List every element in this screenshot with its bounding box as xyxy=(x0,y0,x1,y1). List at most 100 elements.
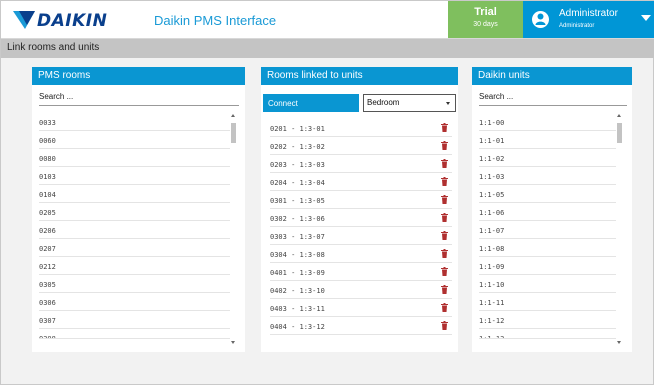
daikin-triangle-icon xyxy=(13,11,35,29)
trash-icon[interactable] xyxy=(441,195,448,204)
app-title: Daikin PMS Interface xyxy=(154,13,277,28)
table-row: 0404 - 1:3-12 xyxy=(270,317,452,335)
link-label: 0301 - 1:3-05 xyxy=(270,197,325,205)
trash-icon[interactable] xyxy=(441,213,448,222)
linked-rooms-panel: Rooms linked to units Connect Bedroom 02… xyxy=(261,67,458,352)
table-row: 0202 - 1:3-02 xyxy=(270,137,452,155)
table-row: 0203 - 1:3-03 xyxy=(270,155,452,173)
scroll-up-icon[interactable] xyxy=(617,114,621,117)
connect-button[interactable]: Connect xyxy=(263,94,359,112)
list-item[interactable]: 1:1-01 xyxy=(479,131,616,149)
list-item[interactable]: 0033 xyxy=(39,113,230,131)
scroll-down-icon[interactable] xyxy=(617,341,621,344)
link-label: 0203 - 1:3-03 xyxy=(270,161,325,169)
pms-rooms-scrollbar[interactable] xyxy=(230,113,237,345)
linked-rooms-title: Rooms linked to units xyxy=(261,67,458,85)
link-label: 0402 - 1:3-10 xyxy=(270,287,325,295)
room-type-value: Bedroom xyxy=(367,98,400,107)
pms-rooms-panel: PMS rooms Search ... 0033 0060 0080 0103… xyxy=(32,67,245,352)
list-item[interactable]: 0212 xyxy=(39,257,230,275)
app-header: DAIKIN Daikin PMS Interface Trial 30 day… xyxy=(1,1,654,39)
table-row: 0304 - 1:3-08 xyxy=(270,245,452,263)
list-item[interactable]: 0206 xyxy=(39,221,230,239)
pms-rooms-title: PMS rooms xyxy=(32,67,245,85)
list-item[interactable]: 0060 xyxy=(39,131,230,149)
user-name: Administrator xyxy=(559,8,618,19)
list-item[interactable]: 1:1-07 xyxy=(479,221,616,239)
trash-icon[interactable] xyxy=(441,159,448,168)
chevron-down-icon[interactable] xyxy=(641,15,651,21)
page-title-bar: Link rooms and units xyxy=(1,39,654,58)
table-row: 0403 - 1:3-11 xyxy=(270,299,452,317)
list-item[interactable]: 1:1-09 xyxy=(479,257,616,275)
room-type-select[interactable]: Bedroom xyxy=(363,94,456,112)
link-label: 0302 - 1:3-06 xyxy=(270,215,325,223)
linked-rooms-list: 0201 - 1:3-01 0202 - 1:3-02 0203 - 1:3-0… xyxy=(270,119,452,335)
link-label: 0403 - 1:3-11 xyxy=(270,305,325,313)
daikin-units-search-input[interactable]: Search ... xyxy=(479,92,627,106)
trash-icon[interactable] xyxy=(441,285,448,294)
user-menu[interactable]: Administrator Administrator xyxy=(523,1,654,38)
trial-days: 30 days xyxy=(473,21,498,28)
trash-icon[interactable] xyxy=(441,123,448,132)
table-row: 0401 - 1:3-09 xyxy=(270,263,452,281)
list-item[interactable]: 0307 xyxy=(39,311,230,329)
table-row: 0302 - 1:3-06 xyxy=(270,209,452,227)
link-label: 0204 - 1:3-04 xyxy=(270,179,325,187)
trial-badge: Trial 30 days xyxy=(448,1,523,38)
link-label: 0303 - 1:3-07 xyxy=(270,233,325,241)
daikin-units-list: 1:1-00 1:1-01 1:1-02 1:1-03 1:1-05 1:1-0… xyxy=(479,113,616,339)
list-item[interactable]: 0305 xyxy=(39,275,230,293)
link-label: 0404 - 1:3-12 xyxy=(270,323,325,331)
list-item[interactable]: 1:1-12 xyxy=(479,311,616,329)
scroll-down-icon[interactable] xyxy=(231,341,235,344)
trash-icon[interactable] xyxy=(441,231,448,240)
user-icon xyxy=(532,11,549,28)
scroll-thumb[interactable] xyxy=(231,123,236,143)
list-item[interactable]: 0104 xyxy=(39,185,230,203)
daikin-units-title: Daikin units xyxy=(472,67,632,85)
list-item[interactable]: 0308 xyxy=(39,329,230,339)
list-item[interactable]: 0080 xyxy=(39,149,230,167)
link-label: 0304 - 1:3-08 xyxy=(270,251,325,259)
list-item[interactable]: 0205 xyxy=(39,203,230,221)
trash-icon[interactable] xyxy=(441,303,448,312)
link-label: 0201 - 1:3-01 xyxy=(270,125,325,133)
daikin-logo: DAIKIN xyxy=(13,11,133,31)
table-row: 0301 - 1:3-05 xyxy=(270,191,452,209)
list-item[interactable]: 1:1-06 xyxy=(479,203,616,221)
scroll-up-icon[interactable] xyxy=(231,114,235,117)
list-item[interactable]: 1:1-00 xyxy=(479,113,616,131)
list-item[interactable]: 1:1-10 xyxy=(479,275,616,293)
chevron-down-icon xyxy=(446,102,450,105)
page-title: Link rooms and units xyxy=(7,42,100,53)
table-row: 0201 - 1:3-01 xyxy=(270,119,452,137)
table-row: 0204 - 1:3-04 xyxy=(270,173,452,191)
link-label: 0401 - 1:3-09 xyxy=(270,269,325,277)
list-item[interactable]: 1:1-02 xyxy=(479,149,616,167)
pms-rooms-list: 0033 0060 0080 0103 0104 0205 0206 0207 … xyxy=(39,113,230,339)
list-item[interactable]: 1:1-13 xyxy=(479,329,616,339)
daikin-units-scrollbar[interactable] xyxy=(616,113,623,345)
daikin-units-panel: Daikin units Search ... 1:1-00 1:1-01 1:… xyxy=(472,67,632,352)
trial-label: Trial xyxy=(474,6,497,18)
link-label: 0202 - 1:3-02 xyxy=(270,143,325,151)
trash-icon[interactable] xyxy=(441,141,448,150)
list-item[interactable]: 1:1-05 xyxy=(479,185,616,203)
trash-icon[interactable] xyxy=(441,177,448,186)
list-item[interactable]: 0103 xyxy=(39,167,230,185)
list-item[interactable]: 1:1-08 xyxy=(479,239,616,257)
user-role: Administrator xyxy=(559,23,595,29)
scroll-thumb[interactable] xyxy=(617,123,622,143)
trash-icon[interactable] xyxy=(441,321,448,330)
list-item[interactable]: 1:1-03 xyxy=(479,167,616,185)
trash-icon[interactable] xyxy=(441,249,448,258)
trash-icon[interactable] xyxy=(441,267,448,276)
list-item[interactable]: 1:1-11 xyxy=(479,293,616,311)
list-item[interactable]: 0306 xyxy=(39,293,230,311)
logo-text: DAIKIN xyxy=(37,11,108,31)
list-item[interactable]: 0207 xyxy=(39,239,230,257)
table-row: 0402 - 1:3-10 xyxy=(270,281,452,299)
table-row: 0303 - 1:3-07 xyxy=(270,227,452,245)
pms-rooms-search-input[interactable]: Search ... xyxy=(39,92,239,106)
